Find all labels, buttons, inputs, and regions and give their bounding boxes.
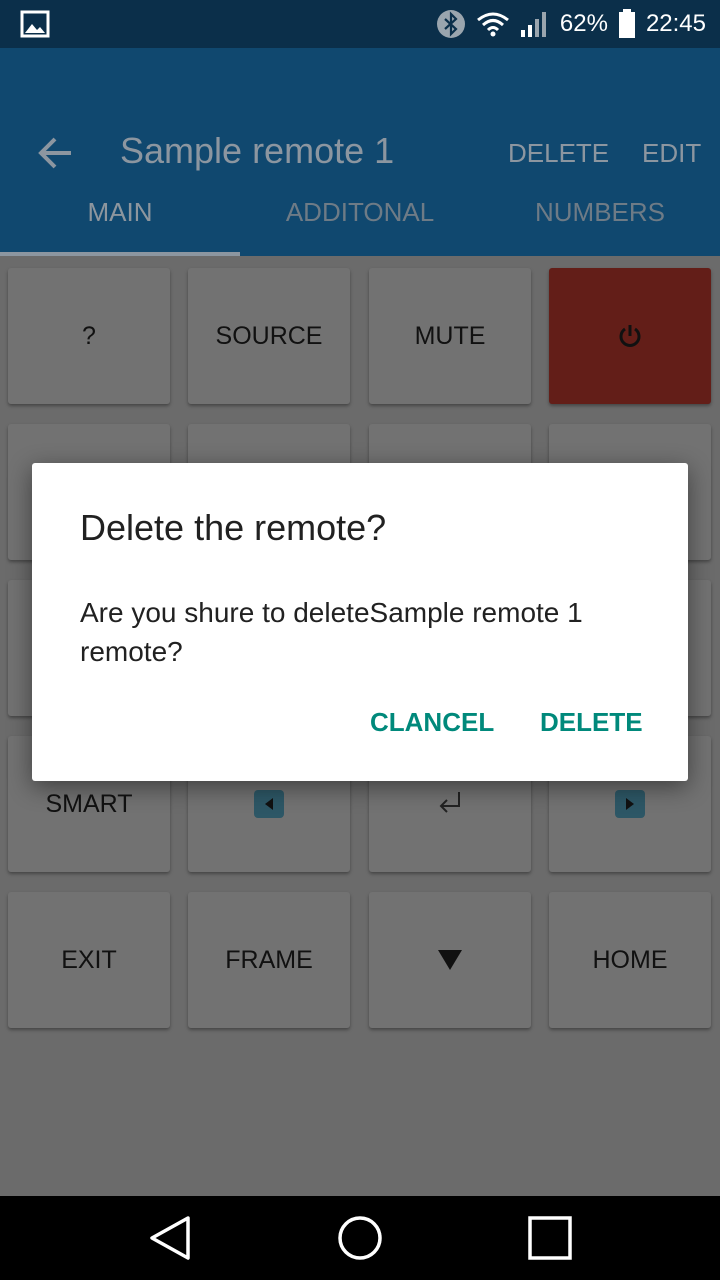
dialog-title: Delete the remote? [80, 507, 387, 548]
cancel-button[interactable]: CLANCEL [370, 707, 494, 738]
tab-main[interactable]: MAIN [0, 168, 240, 256]
battery-percent: 62% [559, 10, 608, 37]
source-key[interactable]: SOURCE [188, 268, 350, 404]
gallery-icon [20, 10, 50, 38]
delete-dialog: Delete the remote? Are you shure to dele… [32, 463, 688, 781]
bluetooth-icon [436, 10, 465, 38]
home-key[interactable]: HOME [549, 892, 711, 1028]
nav-back-button[interactable] [140, 1210, 200, 1266]
nav-recents-button[interactable] [520, 1210, 580, 1266]
nav-back-icon [150, 1216, 190, 1260]
battery-icon [618, 9, 635, 38]
tab-bar: MAIN ADDITONAL NUMBERS [0, 168, 720, 256]
down-triangle-icon [438, 950, 462, 970]
wifi-icon [476, 12, 509, 37]
confirm-delete-button[interactable]: DELETE [540, 707, 643, 738]
back-arrow-icon [38, 137, 71, 169]
page-title: Sample remote 1 [120, 130, 395, 171]
left-arrow-icon [254, 790, 284, 818]
signal-icon [520, 12, 546, 37]
navigation-bar [0, 1196, 720, 1280]
dialog-message: Are you shure to deleteSample remote 1 r… [80, 597, 583, 667]
nav-home-icon [338, 1216, 382, 1260]
status-bar: 62% 22:45 [0, 0, 720, 48]
status-icons: 62% 22:45 [436, 0, 706, 48]
tab-additional[interactable]: ADDITONAL [240, 168, 480, 256]
app-bar: Sample remote 1 DELETE EDIT MAIN ADDITON… [0, 48, 720, 256]
enter-icon [439, 792, 460, 813]
exit-key[interactable]: EXIT [8, 892, 170, 1028]
delete-action[interactable]: DELETE [508, 138, 609, 169]
nav-home-button[interactable] [330, 1210, 390, 1266]
clock: 22:45 [645, 10, 706, 37]
help-key[interactable]: ? [8, 268, 170, 404]
tab-numbers[interactable]: NUMBERS [480, 168, 720, 256]
nav-recents-icon [528, 1216, 572, 1260]
mute-key[interactable]: MUTE [369, 268, 531, 404]
power-icon [619, 325, 641, 347]
edit-action[interactable]: EDIT [642, 138, 701, 169]
power-key[interactable] [549, 268, 711, 404]
right-arrow-icon [615, 790, 645, 818]
down-key[interactable] [369, 892, 531, 1028]
frame-key[interactable]: FRAME [188, 892, 350, 1028]
